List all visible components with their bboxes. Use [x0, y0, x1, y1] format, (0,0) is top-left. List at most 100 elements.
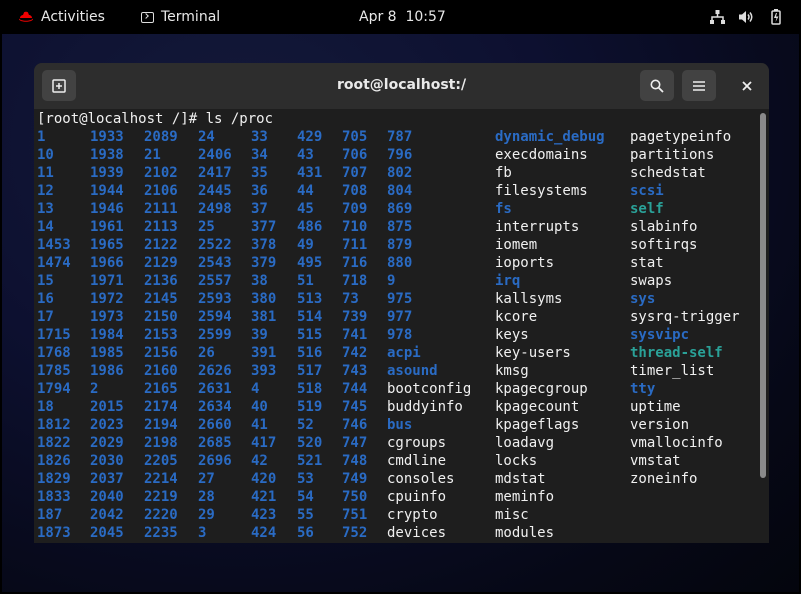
- ls-entry: 1971: [90, 273, 124, 289]
- ls-entry: 56: [297, 525, 314, 541]
- app-menu-terminal[interactable]: Terminal: [141, 0, 220, 34]
- ls-entry: 2634: [198, 399, 232, 415]
- terminal-output[interactable]: [root@localhost /]# ls /proc 1 10 11 12 13 14…: [34, 109, 769, 543]
- ls-entry: 28: [198, 489, 215, 505]
- ls-entry: 39: [251, 327, 268, 343]
- ls-entry: 2165: [144, 381, 178, 397]
- ls-entry: 706: [342, 147, 368, 163]
- ls-entry: 1972: [90, 291, 124, 307]
- ls-entry: 977: [387, 309, 413, 325]
- ls-entry: execdomains: [495, 147, 588, 163]
- scrollbar[interactable]: [760, 113, 766, 478]
- ls-entry: 34: [251, 147, 268, 163]
- ls-entry: 1474: [37, 255, 71, 271]
- redhat-icon: [19, 11, 33, 22]
- ls-entry: 21: [144, 147, 161, 163]
- ls-entry: 423: [251, 507, 277, 523]
- ls-entry: 15: [37, 273, 54, 289]
- ls-entry: 1453: [37, 237, 71, 253]
- ls-entry: cmdline: [387, 453, 447, 469]
- ls-entry: 745: [342, 399, 368, 415]
- ls-entry: sys: [630, 291, 656, 307]
- ls-entry: 2594: [198, 309, 232, 325]
- search-button[interactable]: [640, 70, 674, 101]
- ls-entry: 2174: [144, 399, 178, 415]
- ls-entry: 2417: [198, 165, 232, 181]
- menu-button[interactable]: [682, 70, 716, 101]
- ls-entry: fs: [495, 201, 512, 217]
- ls-entry: ioports: [495, 255, 555, 271]
- ls-entry: thread-self: [630, 345, 723, 361]
- ls-entry: 2219: [144, 489, 178, 505]
- ls-entry: slabinfo: [630, 219, 698, 235]
- ls-entry: 2445: [198, 183, 232, 199]
- ls-entry: asound: [387, 363, 438, 379]
- ls-entry: 2129: [144, 255, 178, 271]
- ls-entry: 2122: [144, 237, 178, 253]
- ls-entry: zoneinfo: [630, 471, 698, 487]
- ls-entry: kmsg: [495, 363, 529, 379]
- ls-entry: irq: [495, 273, 521, 289]
- ls-entry: 27: [198, 471, 215, 487]
- ls-entry: fb: [495, 165, 512, 181]
- ls-entry: locks: [495, 453, 538, 469]
- ls-entry: 514: [297, 309, 323, 325]
- ls-entry: 1794: [37, 381, 71, 397]
- ls-entry: tty: [630, 381, 656, 397]
- system-tray[interactable]: [710, 0, 783, 34]
- ls-entry: modules: [495, 525, 555, 541]
- command-prompt: [root@localhost /]# ls /proc: [37, 111, 274, 127]
- ls-entry: 978: [387, 327, 413, 343]
- ls-entry: 1826: [37, 453, 71, 469]
- ls-entry: 2: [90, 381, 99, 397]
- ls-entry: iomem: [495, 237, 538, 253]
- ls-entry: 14: [37, 219, 54, 235]
- ls-entry: 707: [342, 165, 368, 181]
- ls-entry: 2522: [198, 237, 232, 253]
- ls-entry: filesystems: [495, 183, 588, 199]
- ls-entry: 4: [251, 381, 260, 397]
- ls-entry: 54: [297, 489, 314, 505]
- ls-entry: 709: [342, 201, 368, 217]
- ls-entry: 1812: [37, 417, 71, 433]
- ls-entry: 391: [251, 345, 277, 361]
- close-button[interactable]: [730, 70, 764, 101]
- ls-entry: 2685: [198, 435, 232, 451]
- ls-entry: 2593: [198, 291, 232, 307]
- ls-entry: 378: [251, 237, 277, 253]
- ls-entry: 2113: [144, 219, 178, 235]
- ls-entry: 17: [37, 309, 54, 325]
- ls-entry: 379: [251, 255, 277, 271]
- ls-entry: 26: [198, 345, 215, 361]
- ls-entry: 2153: [144, 327, 178, 343]
- ls-entry: 420: [251, 471, 277, 487]
- ls-entry: acpi: [387, 345, 421, 361]
- terminal-window: root@localhost:/ [root@localhost /]# ls …: [34, 63, 769, 543]
- ls-entry: 381: [251, 309, 277, 325]
- ls-entry: kallsyms: [495, 291, 563, 307]
- ls-entry: 424: [251, 525, 277, 541]
- ls-entry: 377: [251, 219, 277, 235]
- ls-entry: 431: [297, 165, 323, 181]
- ls-entry: 12: [37, 183, 54, 199]
- ls-entry: 716: [342, 255, 368, 271]
- title-bar[interactable]: root@localhost:/: [34, 63, 769, 109]
- ls-entry: 2557: [198, 273, 232, 289]
- ls-entry: sysvipc: [630, 327, 690, 343]
- ls-entry: 1966: [90, 255, 124, 271]
- ls-entry: 1933: [90, 129, 124, 145]
- clock[interactable]: Apr 8 10:57: [359, 0, 446, 34]
- ls-entry: 9: [387, 273, 396, 289]
- ls-entry: 35: [251, 165, 268, 181]
- ls-entry: scsi: [630, 183, 664, 199]
- ls-entry: 10: [37, 147, 54, 163]
- activities-button[interactable]: Activities: [18, 0, 105, 34]
- ls-entry: 49: [297, 237, 314, 253]
- ls-entry: version: [630, 417, 690, 433]
- ls-entry: 1768: [37, 345, 71, 361]
- ls-entry: 746: [342, 417, 368, 433]
- ls-entry: 2160: [144, 363, 178, 379]
- ls-entry: 41: [251, 417, 268, 433]
- ls-entry: 718: [342, 273, 368, 289]
- ls-entry: uptime: [630, 399, 681, 415]
